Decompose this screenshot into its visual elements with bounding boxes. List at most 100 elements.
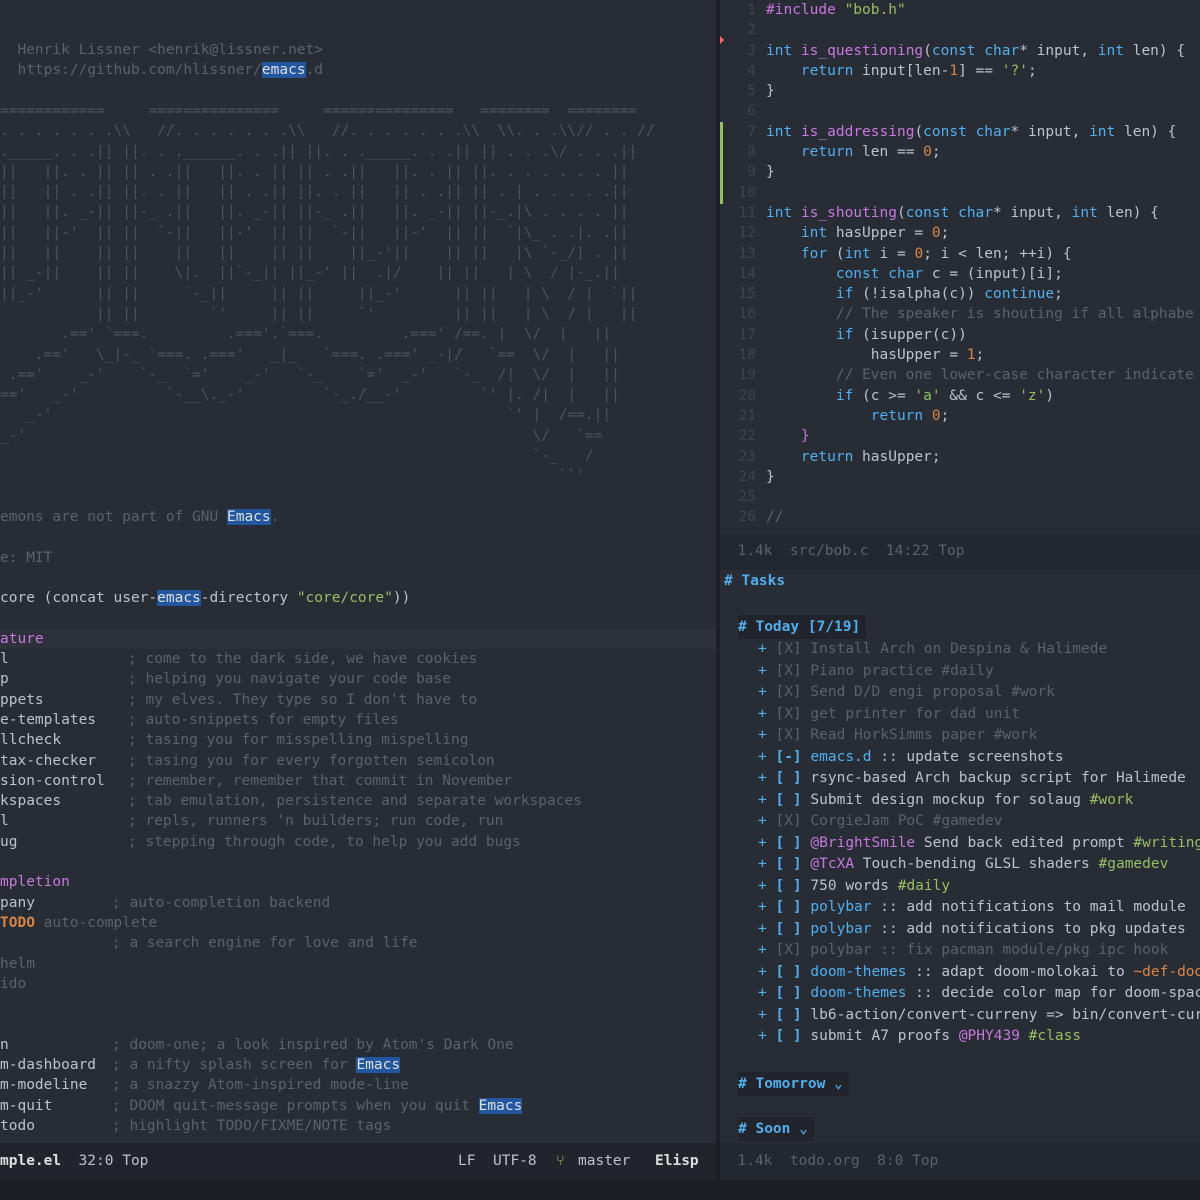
helm-line: helm	[0, 955, 35, 972]
ascii-line: ``'	[0, 468, 585, 485]
ascii-line: . . . . . . .\\ //. . . . . . .\\ //. . …	[0, 123, 655, 140]
task-item[interactable]: + [X] Send D/D engi proposal #work	[720, 682, 1200, 704]
ui-module-line: m-modeline; a snazzy Atom-inspired mode-…	[0, 1077, 409, 1094]
code-line: 3 int is_questioning(const char* input, i…	[747, 42, 1186, 59]
task-checkbox[interactable]: [ ]	[775, 835, 801, 851]
code-line: 7 int is_addressing(const char* input, in…	[747, 123, 1177, 140]
task-item[interactable]: + [X] get printer for dad unit	[720, 704, 1200, 726]
ascii-line: ============ =============== ===========…	[0, 103, 638, 119]
git-gutter-added	[720, 122, 723, 204]
task-checkbox[interactable]: [ ]	[775, 964, 801, 980]
code-line: 26//	[738, 509, 784, 526]
ascii-line: || ||. . || || . .|| ||. . || || . .|| |…	[0, 163, 629, 180]
module-line: p; helping you navigate your code base	[0, 671, 452, 688]
editor-pane-bob-c[interactable]: 1 #include "bob.h" 2 3 int is_questioning(co…	[720, 0, 1200, 535]
header-author: Henrik Lissner <henrik@lissner.net>	[0, 42, 324, 58]
ascii-line: .==' \_|-_ `===. .===' _|_ `===. .===' _…	[0, 346, 620, 363]
git-branch-icon: ⑂	[556, 1153, 565, 1169]
task-item[interactable]: + [X] Read HorkSimms paper #work	[720, 725, 1200, 747]
chevron-down-icon[interactable]: ⌄	[799, 1121, 808, 1137]
code-line: 6	[747, 103, 756, 120]
code-line: 1 #include "bob.h"	[747, 2, 906, 18]
task-item[interactable]: + [ ] 750 words #daily	[720, 876, 1200, 898]
ascii-line: ==' _-' `-__\._-' `-_./__-' `' |. /| | |…	[0, 387, 620, 404]
module-line: sion-control; remember, remember that co…	[0, 772, 513, 789]
module-line: ug; stepping through code, to help you a…	[0, 833, 521, 850]
task-checkbox[interactable]: [ ]	[775, 1028, 801, 1044]
task-item[interactable]: + [ ] polybar :: add notifications to pk…	[720, 919, 1200, 941]
code-line: 9}	[747, 164, 775, 181]
code-line: 11 int is_shouting(const char* input, int…	[738, 204, 1159, 221]
chevron-down-icon[interactable]: ⌄	[834, 1076, 843, 1092]
task-item[interactable]: + [ ] submit A7 proofs @PHY439 #class	[720, 1026, 1200, 1048]
gnu-note: emons are not part of GNU Emacs.	[0, 509, 280, 525]
editor-pane-init-el[interactable]: Henrik Lissner <henrik@lissner.net> http…	[0, 0, 716, 1143]
module-line: tax-checker; tasing you for every forgot…	[0, 752, 495, 769]
task-item[interactable]: + [ ] doom-themes :: decide color map fo…	[720, 983, 1200, 1005]
code-line: 23 return hasUpper;	[738, 448, 941, 465]
task-item[interactable]: + [ ] Submit design mockup for solaug #w…	[720, 790, 1200, 812]
code-line: 22 }	[738, 428, 810, 445]
task-item[interactable]: + [ ] lb6-action/convert-curreny => bin/…	[720, 1005, 1200, 1027]
task-item[interactable]: + [X] polybar :: fix pacman module/pkg i…	[720, 940, 1200, 962]
ui-module-line: m-dashboard; a nifty splash screen for E…	[0, 1057, 401, 1074]
task-item[interactable]: + [ ] rsync-based Arch backup script for…	[720, 768, 1200, 790]
task-item[interactable]: + [ ] @TcXA Touch-bending GLSL shaders #…	[720, 854, 1200, 876]
task-checkbox[interactable]: [ ]	[775, 985, 801, 1001]
code-line: 16 // The speaker is shouting if all alp…	[738, 306, 1194, 323]
header-url[interactable]: https://github.com/hlissner/emacs.d	[0, 60, 716, 80]
task-checkbox[interactable]: [ ]	[775, 899, 801, 915]
task-checkbox[interactable]: [ ]	[775, 856, 801, 872]
tomorrow-heading[interactable]: # Tomorrow ⌄	[738, 1072, 849, 1096]
modeline-init-el: mple.el 32:0 Top LF UTF-8 ⑂ master Elisp	[0, 1143, 716, 1180]
ui-module-line: m-quit; DOOM quit-message prompts when y…	[0, 1097, 523, 1114]
task-checkbox[interactable]: [ ]	[775, 770, 801, 786]
module-line: kspaces; tab emulation, persistence and …	[0, 793, 582, 810]
company-line: pany; auto-completion backend	[0, 894, 331, 911]
ascii-line: || || . .|| ||. . || || . .|| ||. . || |…	[0, 184, 629, 201]
ido-line: ido	[0, 975, 27, 992]
modeline-todo-org: 1.4k todo.org 8:0 Top	[720, 1143, 1200, 1180]
module-line: l; come to the dark side, we have cookie…	[0, 651, 478, 668]
task-checkbox[interactable]: [ ]	[775, 792, 801, 808]
code-line: 12 int hasUpper = 0;	[738, 225, 950, 242]
search-line: ; a search engine for love and life	[112, 935, 418, 952]
ascii-line: `-_ /	[0, 448, 594, 465]
soon-heading[interactable]: # Soon ⌄	[738, 1117, 814, 1141]
code-line: 19 // Even one lower-case character indi…	[738, 367, 1194, 384]
code-line: 14 const char c = (input)[i];	[738, 265, 1063, 282]
task-checkbox[interactable]: [ ]	[775, 1007, 801, 1023]
code-line: 20 if (c >= 'a' && c <= 'z')	[738, 387, 1055, 404]
code-line: 18 hasUpper = 1;	[738, 347, 985, 364]
tasks-heading[interactable]: # Tasks	[724, 570, 785, 592]
license-line: e: MIT	[0, 549, 53, 566]
code-line: 5}	[747, 83, 775, 100]
module-line: llcheck; tasing you for misspelling misp…	[0, 732, 469, 749]
task-item[interactable]: + [ ] polybar :: add notifications to ma…	[720, 897, 1200, 919]
code-line: 24}	[738, 468, 775, 485]
code-line: 8 return len == 0;	[747, 144, 941, 161]
editor-pane-todo-org[interactable]: # Tasks # Today [7/19] + [X] Install Arc…	[720, 570, 1200, 1143]
task-checkbox[interactable]: [-]	[775, 749, 801, 765]
task-checkbox[interactable]: [ ]	[775, 921, 801, 937]
ascii-line: _-' \/ `==	[0, 427, 603, 444]
task-item[interactable]: + [ ] @BrightSmile Send back edited prom…	[720, 833, 1200, 855]
task-item[interactable]: + [X] CorgieJam PoC #gamedev	[720, 811, 1200, 833]
task-item[interactable]: + [X] Install Arch on Despina & Halimede	[720, 639, 1200, 661]
task-item[interactable]: + [-] emacs.d :: update screenshots	[720, 747, 1200, 769]
ascii-line: ._____. . .|| ||. . .______. . .|| ||. .…	[0, 143, 638, 160]
ui-module-line: todo; highlight TODO/FIXME/NOTE tags	[0, 1117, 392, 1134]
code-line: 25	[738, 489, 756, 506]
task-checkbox[interactable]: [ ]	[775, 878, 801, 894]
code-line: 13 for (int i = 0; i < len; ++i) {	[738, 245, 1072, 262]
today-heading[interactable]: # Today [7/19]	[738, 615, 867, 639]
task-item[interactable]: + [ ] doom-themes :: adapt doom-molokai …	[720, 962, 1200, 984]
completion-heading: mpletion	[0, 874, 70, 891]
modeline-bob-c: 1.4k src/bob.c 14:22 Top	[720, 535, 1200, 570]
code-line: 17 if (isupper(c))	[738, 326, 967, 343]
module-line: l; repls, runners 'n builders; run code,…	[0, 813, 504, 830]
code-line: 21 return 0;	[738, 407, 950, 424]
task-item[interactable]: + [X] Piano practice #daily	[720, 661, 1200, 683]
git-gutter-deleted	[720, 36, 724, 44]
echo-area	[0, 1180, 1200, 1200]
